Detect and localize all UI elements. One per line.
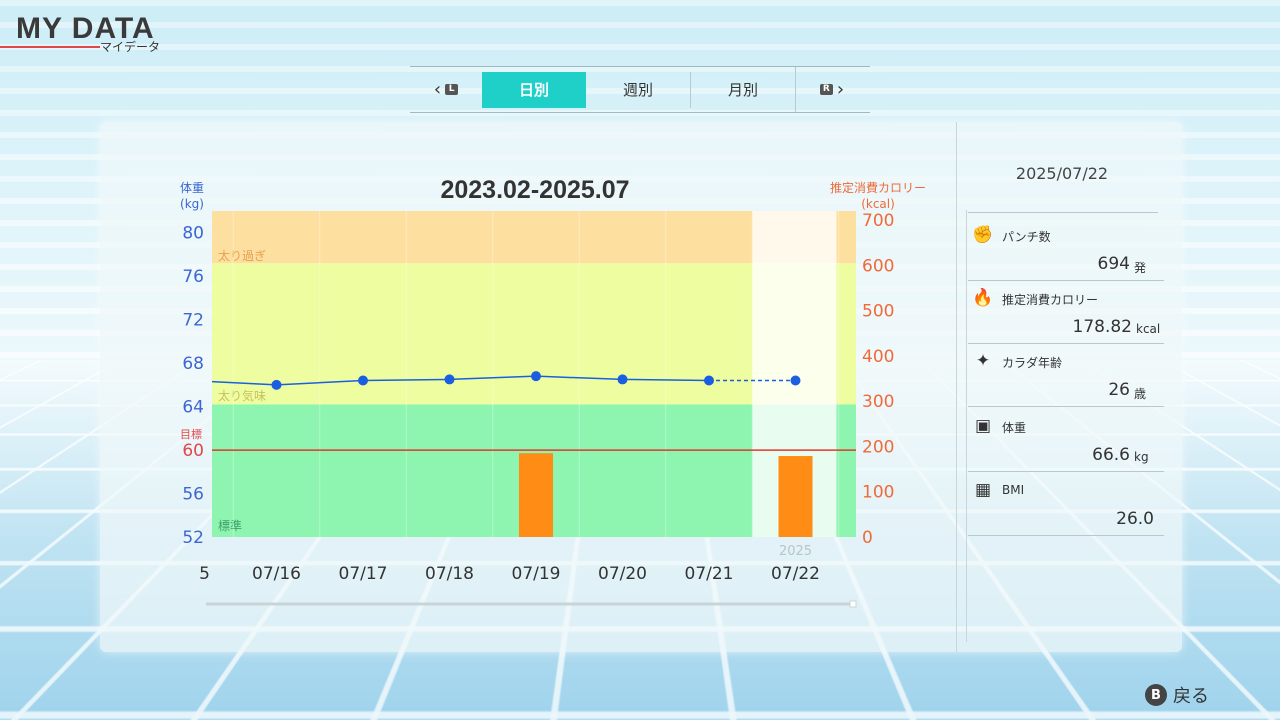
right-axis-tick: 500	[862, 302, 894, 322]
stat-value: 178.82	[1072, 317, 1132, 337]
weight-point	[531, 371, 541, 382]
calorie-bar	[519, 453, 553, 537]
weight-point	[271, 379, 282, 390]
x-axis-tick: 07/18	[425, 564, 474, 584]
stat-value: 26.0	[1116, 509, 1154, 529]
zone-label: 標準	[218, 518, 242, 533]
selected-date: 2025/07/22	[1015, 164, 1109, 183]
punch-icon: ✊	[972, 225, 994, 245]
stat-weight: ▣ 体重 66.6 kg	[968, 416, 1164, 481]
weight-point	[358, 375, 368, 386]
stat-body-age: ✦ カラダ年齢 26 歳	[968, 351, 1164, 416]
stat-divider	[968, 343, 1164, 344]
right-axis-tick: 400	[862, 347, 894, 367]
stat-label: パンチ数	[1002, 230, 1051, 244]
x-axis-tick: 07/20	[598, 564, 647, 584]
right-axis-tick: 600	[862, 256, 894, 276]
stat-divider	[968, 535, 1164, 536]
weight-point	[444, 374, 455, 385]
left-axis-tick: 56	[182, 485, 204, 505]
right-axis-tick: 0	[862, 528, 873, 548]
weight-point	[790, 375, 801, 386]
x-axis-tick: 07/19	[512, 564, 561, 584]
stat-label: 推定消費カロリー	[1002, 293, 1099, 307]
zone-label: 太り気味	[218, 388, 266, 403]
x-axis-tick: 5	[199, 564, 210, 584]
flame-icon: 🔥	[972, 288, 994, 308]
weight-point	[704, 375, 714, 386]
scale-icon: ▣	[974, 416, 992, 436]
left-axis-tick: 64	[182, 398, 204, 418]
stat-label: 体重	[1002, 421, 1027, 435]
right-axis-tick: 100	[862, 483, 894, 503]
stat-value: 694	[1097, 254, 1130, 274]
stat-divider	[968, 280, 1164, 281]
stat-unit: kg	[1134, 450, 1149, 464]
left-axis-tick: 68	[182, 354, 204, 374]
stat-bmi: ▦ BMI 26.0	[968, 480, 1164, 545]
right-axis-tick: 300	[862, 392, 894, 412]
stat-punch-count: ✊ パンチ数 694 発	[968, 225, 1164, 290]
scrollbar-thumb	[849, 600, 857, 608]
stat-calories: 🔥 推定消費カロリー 178.82 kcal	[968, 288, 1164, 353]
left-axis-tick: 76	[182, 267, 204, 287]
right-axis-tick: 700	[862, 211, 894, 231]
stat-label: BMI	[1002, 483, 1025, 497]
back-button[interactable]: B 戻る	[1145, 682, 1209, 708]
back-label: 戻る	[1173, 686, 1209, 707]
x-axis-tick: 07/21	[685, 564, 734, 584]
x-axis-tick: 07/17	[339, 564, 388, 584]
calculator-icon: ▦	[974, 480, 992, 500]
left-axis-tick: 60	[182, 441, 204, 461]
x-axis-tick: 07/16	[252, 564, 301, 584]
stat-divider	[968, 471, 1164, 472]
stat-value: 66.6	[1092, 445, 1130, 465]
stat-unit: kcal	[1136, 322, 1161, 336]
x-axis-tick: 07/22	[771, 564, 820, 584]
b-button-icon: B	[1145, 684, 1167, 706]
stat-unit: 発	[1134, 261, 1147, 275]
left-axis-tick: 80	[182, 224, 204, 244]
zone-label: 太り過ぎ	[218, 248, 266, 263]
stat-label: カラダ年齢	[1002, 356, 1063, 370]
side-divider	[968, 212, 1158, 213]
year-label: 2025	[779, 544, 812, 559]
weight-point	[617, 374, 628, 385]
right-axis-tick: 200	[862, 437, 894, 457]
left-axis-tick: 52	[182, 528, 204, 548]
calorie-bar	[778, 456, 813, 537]
stat-value: 26	[1108, 380, 1130, 400]
left-axis-tick: 72	[182, 311, 204, 331]
stat-divider	[968, 406, 1164, 407]
stat-unit: 歳	[1134, 387, 1147, 401]
body-age-icon: ✦	[975, 351, 991, 371]
